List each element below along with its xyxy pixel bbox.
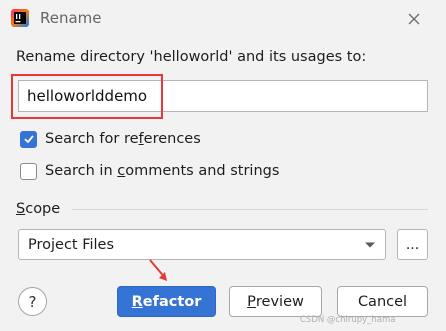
close-icon — [408, 13, 420, 25]
refactor-button[interactable]: Refactor — [117, 286, 216, 317]
help-button[interactable]: ? — [18, 287, 47, 316]
scope-divider — [72, 209, 428, 210]
close-button[interactable] — [403, 8, 425, 30]
checkbox-checked-icon — [20, 130, 37, 148]
search-comments-label: Search in comments and strings — [45, 163, 280, 179]
watermark: CSDN @chirupy_hama — [300, 315, 396, 325]
search-references-label: Search for references — [45, 131, 201, 147]
checkbox-unchecked-icon — [20, 162, 37, 180]
scope-label: Scope — [16, 201, 61, 217]
intellij-icon — [11, 9, 29, 27]
search-comments-checkbox[interactable]: Search in comments and strings — [20, 160, 279, 182]
red-arrow-annotation — [149, 259, 167, 281]
window-title: Rename — [40, 9, 102, 27]
preview-button[interactable]: Preview — [229, 286, 322, 317]
scope-selected-value: Project Files — [28, 237, 115, 253]
scope-more-button[interactable]: ... — [397, 229, 428, 260]
title-bar: Rename — [0, 0, 446, 38]
rename-prompt: Rename directory 'helloworld' and its us… — [16, 49, 367, 65]
cancel-button[interactable]: Cancel — [337, 286, 428, 317]
search-references-checkbox[interactable]: Search for references — [20, 128, 201, 150]
rename-dialog: Rename Rename directory 'helloworld' and… — [0, 0, 446, 331]
chevron-down-icon — [365, 242, 375, 248]
highlight-box — [11, 74, 163, 119]
scope-dropdown[interactable]: Project Files — [18, 229, 386, 260]
